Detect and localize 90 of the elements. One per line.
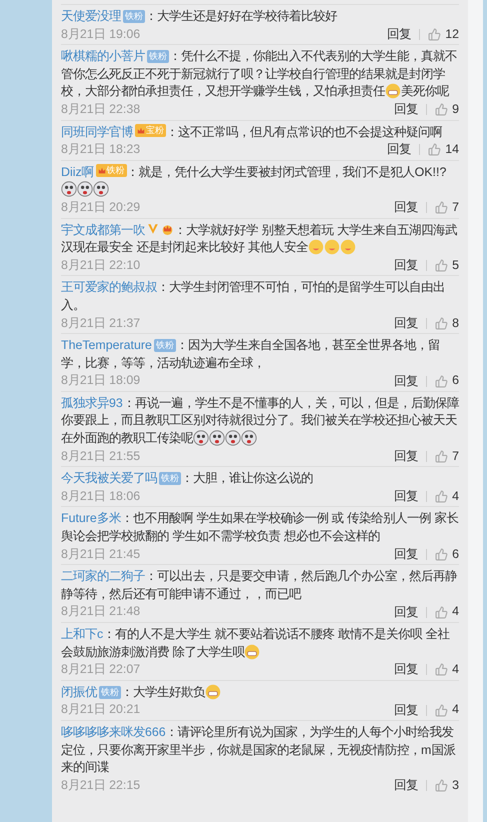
comment-text: Future多米：也不用酸啊 学生如果在学校确诊一例 或 传染给别人一例 家长舆论会把学校掀翻的 学生如不需学校负责 想必也不会这样的: [61, 510, 459, 546]
smile-emoji-icon: [340, 239, 356, 256]
reply-link[interactable]: 回复: [394, 104, 428, 116]
smile-emoji-icon: [308, 239, 324, 256]
grin-emoji-icon: [244, 644, 260, 660]
reply-link[interactable]: 回复: [394, 548, 428, 560]
reply-link[interactable]: 回复: [394, 664, 428, 676]
comment-time: 8月21日 21:45: [61, 546, 142, 563]
like-count: 14: [445, 141, 459, 158]
verified-icon: [147, 222, 159, 235]
fan-badge: 宝粉: [135, 124, 166, 138]
like-icon[interactable]: [428, 143, 442, 156]
crying-emoji-icon: [209, 430, 225, 446]
comment-time: 8月21日 20:29: [61, 198, 142, 216]
like-icon[interactable]: [435, 606, 448, 619]
like-icon[interactable]: [435, 450, 448, 463]
comment-text: 今天我被关爱了吗 铁粉 ：大胆，谁让你这么说的: [61, 470, 314, 488]
fan-badge: 铁粉: [147, 50, 169, 64]
fan-badge: 铁粉: [159, 472, 181, 486]
comment-time: 8月21日 21:55: [61, 448, 142, 465]
comment-time: 8月21日 18:23: [61, 141, 142, 158]
crying-emoji-icon: [225, 430, 241, 446]
comment-text: 宇文成都第一吹 ：大学就好好学 别整天想着玩 大学生来自五湖四海武汉现在最安全 还是封闭起来比较好 其他人安全: [61, 222, 458, 257]
like-icon[interactable]: [435, 103, 448, 116]
reply-link[interactable]: 回复: [394, 376, 428, 387]
crown-icon: [161, 222, 174, 235]
like-count: 4: [452, 488, 459, 505]
comment-time: 8月21日 22:07: [61, 661, 142, 678]
like-count: 4: [452, 661, 459, 678]
comment-text: 上和下c：有的人不是大学生 就不要站着说话不腰疼 敢情不是关你呗 全社会鼓励旅游刺激消费 除了大学生呗: [61, 626, 451, 662]
like-icon[interactable]: [435, 259, 448, 272]
like-count: 6: [452, 372, 459, 390]
like-icon[interactable]: [435, 704, 448, 717]
like-count: 9: [452, 100, 459, 118]
like-count: 4: [452, 603, 459, 620]
fan-badge: 铁粉: [96, 164, 127, 178]
comment-text: 二珂家的二狗子：可以出去，只是要交申请，然后跑几个办公室，然后再静静等待，然后还有可能申请不通过，，而已吧: [61, 568, 458, 603]
smile-emoji-icon: [324, 239, 340, 256]
like-icon[interactable]: [435, 490, 448, 504]
crying-emoji-icon: [193, 430, 209, 446]
fan-badge: 铁粉: [154, 339, 176, 352]
crying-emoji-icon: [241, 430, 257, 446]
reply-link[interactable]: 回复: [387, 28, 420, 40]
comment-time: 8月21日 21:48: [61, 603, 142, 620]
like-count: 3: [452, 776, 459, 794]
reply-link[interactable]: 回复: [394, 606, 428, 618]
reply-link[interactable]: 回复: [387, 144, 420, 156]
comment-text: 哆哆哆哆来咪发666：请评论里所有说为国家，为学生的人每个小时给我发定位，只要你离开家里半步，你就是国家的老鼠屎，无视疫情防控，m国派来的间谍: [61, 724, 456, 776]
like-icon[interactable]: [435, 316, 448, 330]
crying-emoji-icon: [77, 181, 93, 198]
fan-badge: 铁粉: [99, 686, 121, 699]
like-count: 5: [452, 256, 459, 274]
comment-time: 8月21日 22:15: [61, 776, 142, 794]
grin-emoji-icon: [385, 83, 401, 100]
comment-text: 闭振优 铁粉 ：大学生好欺负: [61, 684, 459, 702]
like-count: 7: [452, 448, 459, 465]
reply-link[interactable]: 回复: [394, 450, 428, 462]
like-count: 6: [452, 546, 459, 563]
like-icon[interactable]: [435, 548, 448, 561]
like-icon[interactable]: [428, 28, 442, 41]
like-count: 8: [452, 314, 459, 332]
like-count: 7: [452, 198, 459, 216]
comment-time: 8月21日 20:21: [61, 701, 142, 718]
like-icon[interactable]: [435, 779, 448, 792]
comment-time: 8月21日 18:09: [61, 372, 142, 390]
fan-badge: 铁粉: [123, 10, 145, 23]
reply-link[interactable]: 回复: [394, 780, 428, 792]
reply-link[interactable]: 回复: [394, 202, 428, 214]
crying-emoji-icon: [93, 181, 109, 198]
reply-link[interactable]: 回复: [394, 491, 428, 502]
reply-link[interactable]: 回复: [394, 318, 428, 329]
comment-text: 啾棋糯的小菩片 铁粉 ：凭什么不提，你能出入不代表别的大学生能，真就不管你怎么死反正不死于新冠就行了呗？让学校自行管理的结果就是封闭学校，大部分都怕承担责任，又想开学赚学生钱，又怕承担责任 美死你呢: [61, 48, 458, 101]
like-icon[interactable]: [435, 374, 448, 388]
comment-time: 8月21日 18:06: [61, 488, 142, 505]
reply-link[interactable]: 回复: [394, 260, 428, 272]
comment-text: 王可爱家的鲍叔叔：大学生封闭管理不可怕，可怕的是留学生可以自由出入。: [61, 279, 446, 314]
comment-time: 8月21日 19:06: [61, 26, 142, 43]
crying-emoji-icon: [61, 181, 77, 198]
comment-text: 孤独求异93：再说一遍，学生不是不懂事的人，关，可以，但是，后勤保障你要跟上，而且教职工区别对待就很过分了。我们被关在学校还担心被天天在外面跑的教职工传染呢: [61, 394, 459, 448]
like-icon[interactable]: [435, 201, 448, 214]
comment-time: 8月21日 21:37: [61, 314, 142, 332]
grin-emoji-icon: [205, 684, 221, 700]
comment-text: TheTemperature 铁粉 ：因为大学生来自全国各地，甚至全世界各地，留学，比赛，等等，活动轨迹遍布全球，: [61, 337, 441, 372]
comment-text: 天使爱没理 铁粉 ：大学生还是好好在学校待着比较好: [61, 8, 338, 25]
comment-time: 8月21日 22:38: [61, 100, 142, 118]
comment-time: 8月21日 22:10: [61, 256, 142, 274]
like-count: 12: [445, 26, 459, 43]
like-icon[interactable]: [435, 663, 448, 676]
reply-link[interactable]: 回复: [394, 704, 428, 716]
like-count: 4: [452, 701, 459, 718]
